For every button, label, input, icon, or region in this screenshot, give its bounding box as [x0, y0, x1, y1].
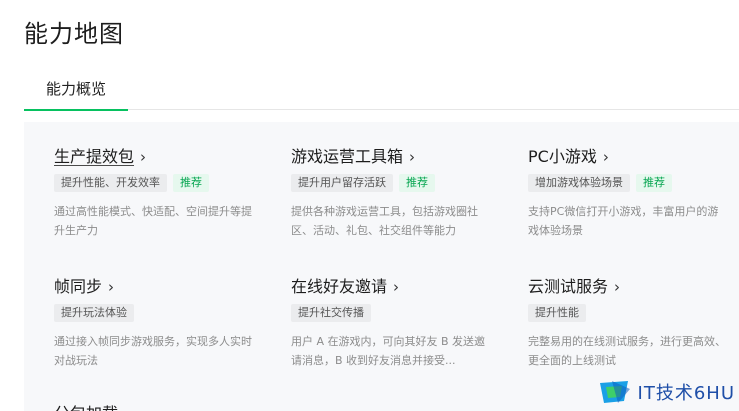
capability-tag: 提升性能	[528, 304, 586, 322]
recommend-badge: 推荐	[636, 174, 672, 192]
tab-active-indicator	[24, 109, 128, 111]
card-title-link[interactable]: 在线好友邀请 ›	[291, 276, 501, 298]
card-description: 用户 A 在游戏内，可向其好友 B 发送邀请消息，B 收到好友消息并接受...	[291, 335, 486, 367]
tab-overview[interactable]: 能力概览	[24, 72, 128, 111]
card-title-text: PC小游戏	[528, 147, 597, 166]
chevron-right-icon: ›	[409, 148, 416, 166]
chevron-right-icon: ›	[140, 148, 147, 166]
capability-card-pc-minigame: PC小游戏 › 增加游戏体验场景 推荐 支持PC微信打开小游戏，丰富用户的游戏体验场…	[528, 146, 738, 240]
chevron-right-icon: ›	[108, 278, 115, 296]
capability-tag: 增加游戏体验场景	[528, 174, 630, 192]
recommend-badge: 推荐	[173, 174, 209, 192]
chevron-right-icon: ›	[393, 278, 400, 296]
watermark-logo-icon	[599, 381, 630, 403]
card-title-text: 云测试服务	[528, 277, 609, 296]
tab-overview-label: 能力概览	[45, 80, 106, 98]
card-description: 通过高性能模式、快适配、空间提升等提升生产力	[54, 205, 252, 237]
card-description: 提供各种游戏运营工具，包括游戏圈社区、活动、礼包、社交组件等能力	[291, 205, 478, 237]
card-title-link[interactable]: 分包加载	[54, 400, 118, 411]
card-title-text: 生产提效包	[54, 147, 135, 166]
card-title-link[interactable]: 生产提效包 ›	[54, 146, 264, 168]
watermark: IT技术6HU	[598, 377, 735, 407]
card-description: 完整易用的在线测试服务，进行更高效、更全面的上线测试	[528, 335, 726, 367]
chevron-right-icon: ›	[614, 278, 621, 296]
page-title: 能力地图	[24, 20, 124, 48]
capability-card-friend-invite: 在线好友邀请 › 提升社交传播 用户 A 在游戏内，可向其好友 B 发送邀请消息，…	[291, 276, 501, 370]
capability-card-cloud-test: 云测试服务 › 提升性能 完整易用的在线测试服务，进行更高效、更全面的上线测试	[528, 276, 738, 370]
card-title-link[interactable]: 帧同步 ›	[54, 276, 264, 298]
capability-card-productivity: 生产提效包 › 提升性能、开发效率 推荐 通过高性能模式、快适配、空间提升等提升生产…	[54, 146, 264, 240]
chevron-right-icon: ›	[602, 148, 609, 166]
card-title-text: 在线好友邀请	[291, 277, 388, 296]
tab-bar: 能力概览	[24, 72, 739, 111]
capability-card-ops-toolbox: 游戏运营工具箱 › 提升用户留存活跃 推荐 提供各种游戏运营工具，包括游戏圈社区、活…	[291, 146, 501, 240]
card-title-link[interactable]: 云测试服务 ›	[528, 276, 738, 298]
capability-tag: 提升玩法体验	[54, 304, 134, 322]
card-title-link[interactable]: 游戏运营工具箱 ›	[291, 146, 501, 168]
card-title-text: 帧同步	[54, 277, 103, 296]
card-description: 支持PC微信打开小游戏，丰富用户的游戏体验场景	[528, 205, 719, 237]
capability-tag: 提升用户留存活跃	[291, 174, 393, 192]
card-description: 通过接入帧同步游戏服务，实现多人实时对战玩法	[54, 335, 252, 367]
card-title-link[interactable]: PC小游戏 ›	[528, 146, 738, 168]
capability-card-frame-sync: 帧同步 › 提升玩法体验 通过接入帧同步游戏服务，实现多人实时对战玩法	[54, 276, 264, 370]
watermark-text: IT技术6HU	[637, 383, 735, 404]
recommend-badge: 推荐	[399, 174, 435, 192]
capability-tag: 提升社交传播	[291, 304, 371, 322]
capability-tag: 提升性能、开发效率	[54, 174, 167, 192]
card-title-text: 游戏运营工具箱	[291, 147, 404, 166]
